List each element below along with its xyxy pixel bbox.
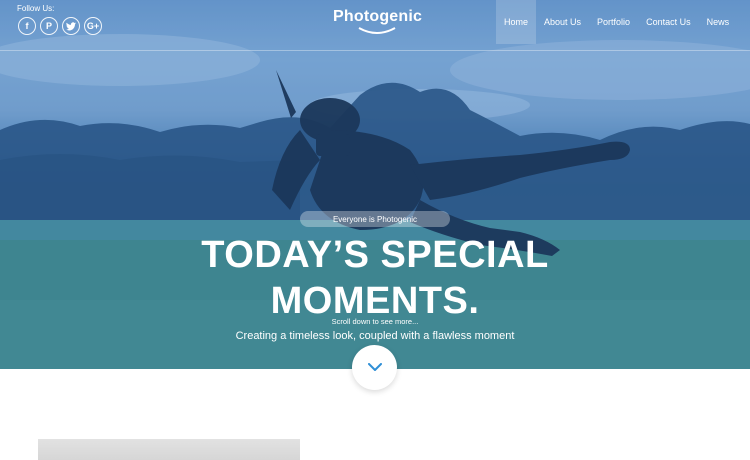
nav-item-home[interactable]: Home xyxy=(496,0,537,44)
social-links: f P G+ xyxy=(18,17,102,35)
hero-subtitle: Creating a timeless look, coupled with a… xyxy=(235,330,515,342)
scroll-down-button[interactable] xyxy=(352,345,397,390)
top-navbar: Follow Us: f P G+ Photogenic Home About … xyxy=(0,0,750,51)
chevron-down-icon xyxy=(367,363,382,371)
brand-name: Photogenic xyxy=(333,8,423,25)
hero-title-line-1: TODAY’S SPECIAL xyxy=(201,234,549,276)
nav-item-news[interactable]: News xyxy=(699,0,738,44)
logo-swoosh-icon xyxy=(358,27,396,34)
twitter-icon[interactable] xyxy=(62,17,80,35)
brand-logo[interactable]: Photogenic xyxy=(333,8,423,36)
nav-item-portfolio[interactable]: Portfolio xyxy=(589,0,638,44)
content-card-image xyxy=(38,439,300,460)
scroll-hint: Scroll down to see more... xyxy=(331,317,419,326)
follow-us-label: Follow Us: xyxy=(17,4,55,13)
facebook-icon[interactable]: f xyxy=(18,17,36,35)
hero-section: Follow Us: f P G+ Photogenic Home About … xyxy=(0,0,750,369)
nav-item-about-us[interactable]: About Us xyxy=(536,0,589,44)
main-nav: Home About Us Portfolio Contact Us News xyxy=(496,0,737,44)
google-plus-icon[interactable]: G+ xyxy=(84,17,102,35)
twitter-bird-glyph xyxy=(66,21,76,30)
nav-item-contact-us[interactable]: Contact Us xyxy=(638,0,699,44)
pinterest-icon[interactable]: P xyxy=(40,17,58,35)
hero-badge: Everyone is Photogenic xyxy=(300,211,450,227)
